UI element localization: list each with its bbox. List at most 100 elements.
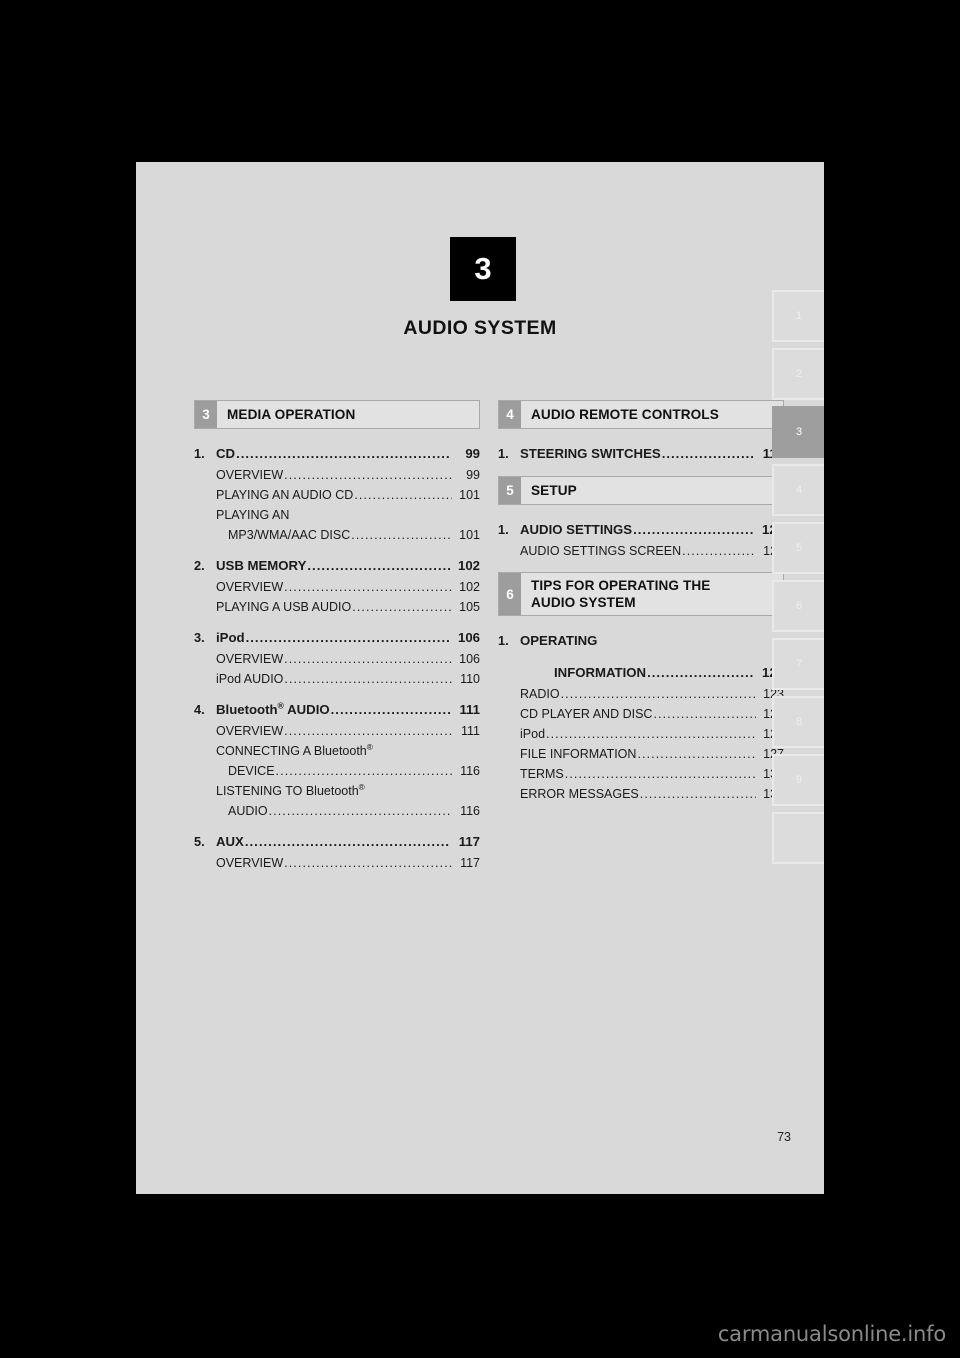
toc-entry[interactable]: MP3/WMA/AAC DISC........................… [194,525,480,545]
toc-leader-dots: ........................................… [351,528,452,542]
toc-entry[interactable]: 1. AUDIO SETTINGS........................… [498,519,784,541]
toc-entry-label: ERROR MESSAGES [520,784,639,804]
toc-entry-index: 5. [194,834,205,849]
chapter-tab-3[interactable]: 3 [772,406,824,458]
toc-entry-label: AUDIO SETTINGS SCREEN [520,541,681,561]
toc-entry-page: 116 [460,764,480,778]
toc-entry[interactable]: 3. iPod..................................… [194,627,480,649]
toc-entry[interactable]: DEVICE..................................… [194,761,480,781]
toc-entry[interactable]: OVERVIEW................................… [194,577,480,597]
toc-entry-label: iPod [216,627,245,649]
toc-entry[interactable]: RADIO...................................… [498,684,784,704]
toc-entry-page: 102 [457,558,480,573]
toc-column-left: 3 MEDIA OPERATION 1. CD....................… [194,400,480,884]
section-number-badge: 5 [499,477,521,504]
toc-leader-dots: ........................................… [284,468,452,482]
toc-entry-label: iPod AUDIO [216,669,283,689]
toc-entry[interactable]: OVERVIEW................................… [194,721,480,741]
toc-entry-text: AUX [216,834,244,849]
section-number-badge: 3 [195,401,217,428]
toc-entry[interactable]: FILE INFORMATION........................… [498,744,784,764]
section-title-line: AUDIO SYSTEM [531,595,636,610]
toc-leader-dots: ........................................… [307,558,450,573]
toc-entry[interactable]: LISTENING TO Bluetooth®.................… [194,781,480,801]
toc-entry-text: LISTENING TO Bluetooth [216,784,359,798]
toc-entry[interactable]: AUDIO...................................… [194,801,480,821]
toc-entry[interactable]: AUDIO SETTINGS SCREEN...................… [498,541,784,561]
toc-entry[interactable]: OVERVIEW................................… [194,649,480,669]
chapter-tab-4[interactable]: 4 [772,464,824,516]
toc-entry-label: AUDIO SETTINGS [520,519,632,541]
toc-entry[interactable]: 4. Bluetooth® AUDIO......................… [194,699,480,721]
chapter-tab-label: 2 [795,368,803,380]
toc-entry-label: OVERVIEW [216,577,283,597]
toc-entry-text: AUDIO [228,804,268,818]
toc-entry-text: RADIO [520,687,560,701]
toc-entry-text: AUDIO SETTINGS SCREEN [520,544,682,558]
chapter-tab-5[interactable]: 5 [772,522,824,574]
toc-column-right: 4 AUDIO REMOTE CONTROLS 1. STEERING SWITCHE… [498,400,784,884]
toc-leader-dots: ........................................… [352,600,452,614]
toc-entry-page: 106 [457,630,480,645]
toc-leader-dots: ........................................… [284,652,452,666]
toc-entry[interactable]: 2. USB MEMORY............................… [194,555,480,577]
toc-entry-label: PLAYING AN AUDIO CD [216,485,353,505]
chapter-tab-label: 3 [795,426,803,438]
chapter-tab-6[interactable]: 6 [772,580,824,632]
chapter-tab-strip[interactable]: 1 2 3 4 5 6 7 8 9 [772,290,824,870]
toc-entry-label: OVERVIEW [216,721,283,741]
chapter-tab-7[interactable]: 7 [772,638,824,690]
toc-entry-text: OVERVIEW [216,652,284,666]
chapter-tab-9[interactable]: 9 [772,754,824,806]
section-title: MEDIA OPERATION [227,407,356,422]
toc-leader-dots: ........................................… [560,687,756,701]
toc-entry[interactable]: iPod....................................… [498,724,784,744]
toc-entry-text: CD PLAYER AND DISC [520,707,653,721]
toc-entry-text: iPod [216,630,245,645]
toc-entry[interactable]: PLAYING AN AUDIO CD.....................… [194,485,480,505]
toc-entry-label: PLAYING AN [216,505,289,525]
toc-entry-group: 1. STEERING SWITCHES.....................… [498,443,784,465]
toc-entry[interactable]: OVERVIEW................................… [194,853,480,873]
toc-leader-dots: ........................................… [564,767,756,781]
toc-entry[interactable]: PLAYING AN..............................… [194,505,480,525]
toc-entry[interactable]: PLAYING A USB AUDIO.....................… [194,597,480,617]
toc-entry[interactable]: INFORMATION.............................… [498,662,784,684]
toc-entry-text: CONNECTING A Bluetooth [216,744,367,758]
chapter-number-badge: 3 [450,237,516,301]
toc-entry-text: TERMS [520,767,564,781]
toc-leader-dots: ........................................… [546,727,756,741]
chapter-number: 3 [474,251,492,286]
toc-entry[interactable]: 5. AUX...................................… [194,831,480,853]
toc-entry[interactable]: TERMS...................................… [498,764,784,784]
toc-entry-page: 106 [459,652,480,666]
registered-trademark-icon: ® [358,782,365,792]
toc-entry[interactable]: 1. STEERING SWITCHES.....................… [498,443,784,465]
toc-entry-text: OVERVIEW [216,468,284,482]
toc-entry[interactable]: 1. CD....................................… [194,443,480,465]
toc-entry-label: FILE INFORMATION [520,744,636,764]
toc-leader-dots: ........................................… [268,804,452,818]
toc-entry-text: PLAYING A USB AUDIO [216,600,352,614]
chapter-tab-label: 8 [795,716,803,728]
toc-entry[interactable]: CONNECTING A Bluetooth®.................… [194,741,480,761]
chapter-tab-2[interactable]: 2 [772,348,824,400]
toc-leader-dots: ........................................… [639,787,756,801]
toc-entry[interactable]: CD PLAYER AND DISC......................… [498,704,784,724]
toc-entry[interactable]: OVERVIEW................................… [194,465,480,485]
chapter-tab-blank[interactable] [772,812,824,864]
toc-entry-label: TERMS [520,764,564,784]
watermark: carmanualsonline.info [717,1322,946,1346]
section-header: 4 AUDIO REMOTE CONTROLS [498,400,784,429]
toc-entry-label: Bluetooth® AUDIO [216,699,330,721]
chapter-tab-1[interactable]: 1 [772,290,824,342]
toc-entry[interactable]: iPod AUDIO..............................… [194,669,480,689]
toc-entry-label: MP3/WMA/AAC DISC [216,525,350,545]
toc-entry-page: 105 [459,600,480,614]
chapter-tab-8[interactable]: 8 [772,696,824,748]
section-number-badge: 6 [499,573,521,615]
page-title: AUDIO SYSTEM [403,317,557,339]
toc-leader-dots: ........................................… [284,580,452,594]
toc-entry[interactable]: 1.OPERATING.............................… [498,630,784,652]
toc-entry[interactable]: ERROR MESSAGES..........................… [498,784,784,804]
